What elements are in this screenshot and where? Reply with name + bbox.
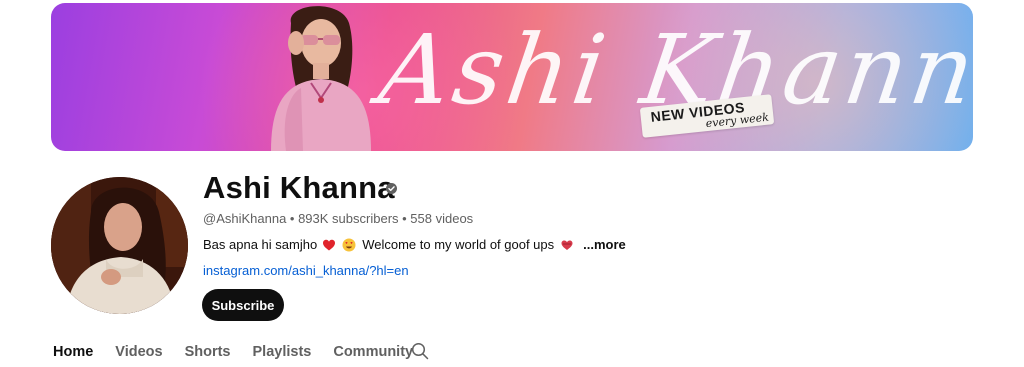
channel-avatar[interactable]: [51, 177, 188, 314]
channel-tabs: Home Videos Shorts Playlists Community: [53, 342, 435, 362]
tab-community[interactable]: Community: [333, 343, 413, 361]
subscribe-button[interactable]: Subscribe: [202, 289, 284, 321]
tab-videos[interactable]: Videos: [115, 343, 162, 361]
channel-name: Ashi Khanna: [203, 170, 395, 205]
description-tail: Welcome to my world of goof ups: [362, 237, 555, 252]
description-text: Bas apna hi samjho: [203, 237, 318, 252]
revolving-heart-emoji: [561, 240, 573, 250]
channel-meta: @AshiKhanna • 893K subscribers • 558 vid…: [203, 211, 474, 226]
channel-description[interactable]: Bas apna hi samjho Welcome to my world o…: [203, 236, 626, 253]
avatar-image: [51, 177, 188, 314]
verified-check-icon: [386, 183, 397, 194]
tab-shorts[interactable]: Shorts: [185, 343, 231, 361]
channel-banner: Ashi Khanna NEW VIDEOS every week: [51, 3, 973, 151]
search-icon[interactable]: [411, 342, 429, 360]
red-heart-emoji: [323, 239, 336, 250]
instagram-link[interactable]: instagram.com/ashi_khanna/?hl=en: [203, 263, 409, 279]
tab-home[interactable]: Home: [53, 343, 93, 361]
more-link[interactable]: ...more: [583, 236, 626, 253]
tab-playlists[interactable]: Playlists: [253, 343, 312, 361]
heart-eyes-emoji: [342, 238, 356, 251]
